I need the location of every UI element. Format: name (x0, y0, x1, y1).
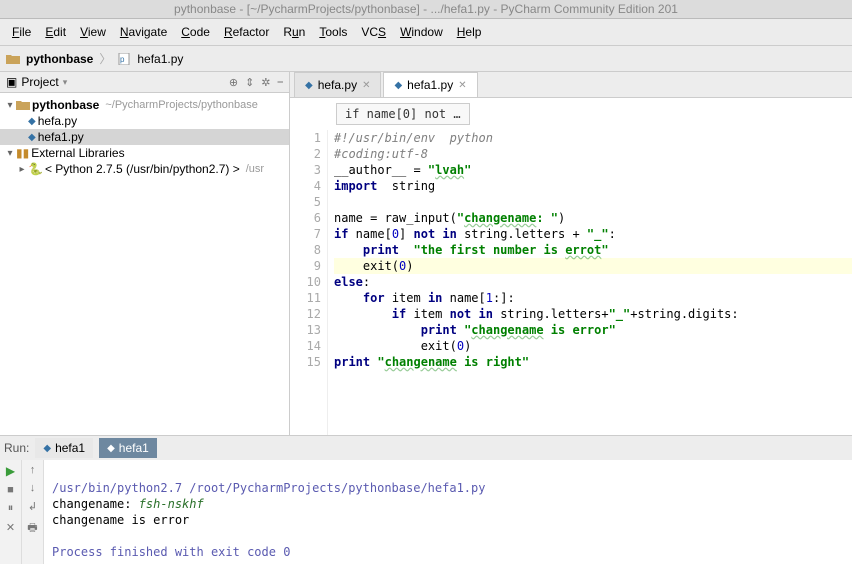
path-breadcrumb: pythonbase 〉 p hefa1.py (0, 46, 852, 72)
chevron-down-icon[interactable]: ▾ (4, 100, 16, 111)
play-icon[interactable]: ▶ (6, 464, 15, 478)
tree-file-label: hefa1.py (38, 130, 84, 144)
menu-file[interactable]: File (6, 23, 37, 41)
code-editor[interactable]: 123456789101112131415 #!/usr/bin/env pyt… (290, 130, 852, 435)
collapse-icon[interactable]: ⇕ (245, 76, 254, 89)
tree-ext-label: External Libraries (31, 146, 124, 160)
target-icon[interactable]: ⊕ (229, 76, 238, 89)
menubar: File Edit View Navigate Code Refactor Ru… (0, 19, 852, 46)
run-toolbar-right: ↑ ↓ ↲ 🖶 (22, 460, 44, 564)
stop-icon[interactable]: ■ (7, 484, 14, 496)
python-icon: 🐍 (28, 162, 43, 176)
project-panel-icon: ▣ (6, 75, 17, 89)
hide-icon[interactable]: ⎯ (278, 76, 284, 89)
close-icon[interactable]: ✕ (6, 521, 15, 534)
tree-external-libs[interactable]: ▾ ▮▮ External Libraries (0, 145, 289, 161)
dropdown-icon[interactable]: ▾ (63, 77, 68, 88)
tree-env-label: < Python 2.7.5 (/usr/bin/python2.7) > (45, 162, 240, 176)
run-panel: Run: ◆ hefa1 ◆ hefa1 ▶ ■ ⏸ ✕ ↑ ↓ ↲ 🖶 /us… (0, 435, 852, 564)
run-label: Run: (4, 441, 29, 455)
wrap-icon[interactable]: ↲ (28, 500, 37, 513)
console-output[interactable]: /usr/bin/python2.7 /root/PycharmProjects… (44, 460, 852, 564)
console-user-input: fsh-nskhf (139, 497, 204, 511)
pause-icon[interactable]: ⏸ (8, 502, 14, 515)
tab-label: hefa.py (318, 78, 357, 92)
tree-file[interactable]: ◆ hefa1.py (0, 129, 289, 145)
python-file-icon: ◆ (107, 443, 115, 454)
code-crumb-item[interactable]: if name[0] not … (336, 103, 470, 125)
gear-icon[interactable]: ✲ (261, 76, 270, 89)
python-file-icon: p (117, 53, 131, 65)
menu-view[interactable]: View (74, 23, 112, 41)
folder-icon (16, 99, 30, 111)
menu-tools[interactable]: Tools (313, 23, 353, 41)
menu-edit[interactable]: Edit (39, 23, 72, 41)
chevron-right-icon[interactable]: ▸ (16, 164, 28, 175)
python-file-icon: ◆ (28, 132, 36, 143)
console-stdout: changename is error (52, 513, 189, 527)
run-tab[interactable]: ◆ hefa1 (99, 438, 157, 458)
project-panel-title[interactable]: Project (21, 75, 58, 89)
console-exit: Process finished with exit code 0 (52, 545, 290, 559)
editor-tab[interactable]: ◆ hefa.py ✕ (294, 72, 381, 97)
console-cmd: /usr/bin/python2.7 /root/PycharmProjects… (52, 481, 485, 495)
console-prompt: changename: (52, 497, 139, 511)
editor-tabs: ◆ hefa.py ✕ ◆ hefa1.py ✕ (290, 72, 852, 98)
svg-text:p: p (120, 55, 125, 64)
tree-file-label: hefa.py (38, 114, 77, 128)
tree-env-hint: /usr (246, 163, 264, 175)
menu-run[interactable]: Run (277, 23, 311, 41)
tree-root-hint: ~/PycharmProjects/pythonbase (105, 99, 258, 111)
menu-refactor[interactable]: Refactor (218, 23, 275, 41)
code-lines[interactable]: #!/usr/bin/env python#coding:utf-8__auth… (328, 130, 852, 435)
menu-window[interactable]: Window (394, 23, 449, 41)
editor-tab[interactable]: ◆ hefa1.py ✕ (383, 72, 477, 97)
print-icon[interactable]: 🖶 (27, 519, 37, 538)
up-icon[interactable]: ↑ (30, 464, 36, 476)
python-file-icon: ◆ (394, 80, 402, 91)
run-tab-label: hefa1 (55, 441, 85, 455)
code-breadcrumb: if name[0] not … (290, 98, 852, 130)
down-icon[interactable]: ↓ (30, 482, 36, 494)
run-toolbar-left: ▶ ■ ⏸ ✕ (0, 460, 22, 564)
chevron-down-icon[interactable]: ▾ (4, 148, 16, 159)
run-tab-label: hefa1 (119, 441, 149, 455)
menu-code[interactable]: Code (175, 23, 216, 41)
menu-help[interactable]: Help (451, 23, 488, 41)
window-titlebar: pythonbase - [~/PycharmProjects/pythonba… (0, 0, 852, 19)
menu-vcs[interactable]: VCS (355, 23, 392, 41)
library-icon: ▮▮ (16, 146, 29, 160)
tab-label: hefa1.py (407, 78, 453, 92)
editor: ◆ hefa.py ✕ ◆ hefa1.py ✕ if name[0] not … (290, 72, 852, 435)
gutter: 123456789101112131415 (290, 130, 328, 435)
breadcrumb-file[interactable]: hefa1.py (137, 52, 183, 66)
breadcrumb-project[interactable]: pythonbase (26, 52, 93, 66)
tree-root-label: pythonbase (32, 98, 99, 112)
menu-navigate[interactable]: Navigate (114, 23, 173, 41)
tree-root[interactable]: ▾ pythonbase ~/PycharmProjects/pythonbas… (0, 97, 289, 113)
run-tab[interactable]: ◆ hefa1 (35, 438, 93, 458)
close-icon[interactable]: ✕ (458, 80, 466, 91)
tree-python-env[interactable]: ▸ 🐍 < Python 2.7.5 (/usr/bin/python2.7) … (0, 161, 289, 177)
project-sidebar: ▣ Project ▾ ⊕ ⇕ ✲ ⎯ ▾ pythonbase ~/Pycha… (0, 72, 290, 435)
python-file-icon: ◆ (28, 116, 36, 127)
python-file-icon: ◆ (43, 443, 51, 454)
python-file-icon: ◆ (305, 80, 313, 91)
tree-file[interactable]: ◆ hefa.py (0, 113, 289, 129)
close-icon[interactable]: ✕ (362, 80, 370, 91)
folder-icon (6, 53, 20, 65)
